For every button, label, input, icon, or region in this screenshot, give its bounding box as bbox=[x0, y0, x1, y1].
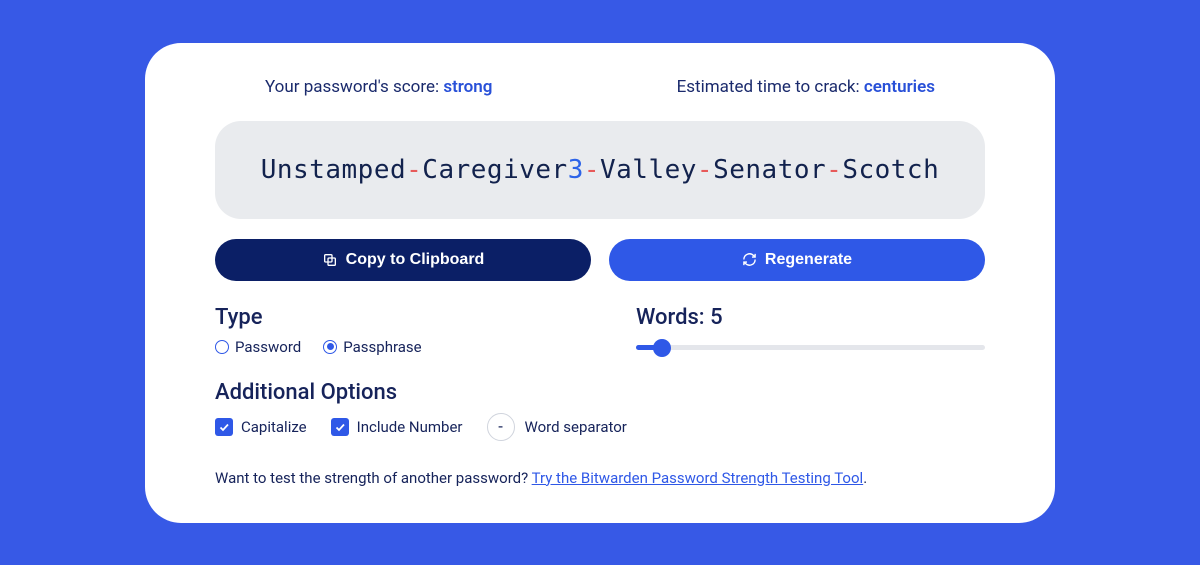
passphrase-word: Valley bbox=[600, 155, 697, 185]
type-title: Type bbox=[215, 305, 600, 330]
additional-options-row: Capitalize Include Number Word separator bbox=[215, 413, 985, 441]
crack-time: Estimated time to crack: centuries bbox=[677, 77, 935, 97]
score-row: Your password's score: strong Estimated … bbox=[215, 77, 985, 121]
password-generator-card: Your password's score: strong Estimated … bbox=[145, 43, 1055, 523]
passphrase-separator: - bbox=[584, 155, 600, 185]
score-label: Your password's score: bbox=[265, 77, 443, 97]
radio-passphrase[interactable]: Passphrase bbox=[323, 338, 421, 356]
words-label: Words: 5 bbox=[636, 305, 985, 330]
separator-label: Word separator bbox=[525, 418, 627, 436]
slider-track bbox=[636, 345, 985, 350]
words-slider[interactable] bbox=[636, 338, 985, 358]
additional-title: Additional Options bbox=[215, 380, 985, 405]
crack-value: centuries bbox=[864, 77, 935, 97]
refresh-icon bbox=[742, 252, 757, 267]
separator-field: Word separator bbox=[487, 413, 627, 441]
separator-input[interactable] bbox=[487, 413, 515, 441]
copy-button[interactable]: Copy to Clipboard bbox=[215, 239, 591, 281]
passphrase-word: Caregiver bbox=[422, 155, 567, 185]
regenerate-label: Regenerate bbox=[765, 251, 852, 269]
radio-passphrase-label: Passphrase bbox=[343, 338, 421, 356]
passphrase-separator: - bbox=[826, 155, 842, 185]
words-section: Words: 5 bbox=[636, 305, 985, 358]
include-number-checkbox[interactable]: Include Number bbox=[331, 418, 463, 436]
type-section: Type Password Passphrase bbox=[215, 305, 600, 358]
radio-circle-checked-icon bbox=[323, 340, 337, 354]
capitalize-label: Capitalize bbox=[241, 418, 307, 436]
crack-label: Estimated time to crack: bbox=[677, 77, 864, 97]
score-value: strong bbox=[443, 77, 492, 97]
password-display: Unstamped-Caregiver3-Valley-Senator-Scot… bbox=[215, 121, 985, 219]
capitalize-checkbox[interactable]: Capitalize bbox=[215, 418, 307, 436]
copy-icon bbox=[322, 252, 338, 268]
radio-password-label: Password bbox=[235, 338, 301, 356]
type-radio-group: Password Passphrase bbox=[215, 338, 600, 356]
password-score: Your password's score: strong bbox=[265, 77, 492, 97]
additional-options: Additional Options Capitalize Include Nu… bbox=[215, 380, 985, 441]
passphrase-word: Unstamped bbox=[261, 155, 406, 185]
radio-circle-icon bbox=[215, 340, 229, 354]
words-value: 5 bbox=[710, 305, 723, 330]
passphrase-number: 3 bbox=[568, 155, 584, 185]
checkbox-checked-icon bbox=[331, 418, 349, 436]
regenerate-button[interactable]: Regenerate bbox=[609, 239, 985, 281]
copy-label: Copy to Clipboard bbox=[346, 251, 485, 269]
passphrase-word: Scotch bbox=[842, 155, 939, 185]
strength-tool-link[interactable]: Try the Bitwarden Password Strength Test… bbox=[532, 469, 864, 487]
options-row: Type Password Passphrase Words: 5 bbox=[215, 305, 985, 358]
footer-text: Want to test the strength of another pas… bbox=[215, 469, 985, 487]
slider-thumb-icon[interactable] bbox=[653, 339, 671, 357]
checkbox-checked-icon bbox=[215, 418, 233, 436]
radio-password[interactable]: Password bbox=[215, 338, 301, 356]
passphrase-separator: - bbox=[406, 155, 422, 185]
action-buttons: Copy to Clipboard Regenerate bbox=[215, 239, 985, 281]
include-number-label: Include Number bbox=[357, 418, 463, 436]
passphrase-word: Senator bbox=[713, 155, 826, 185]
passphrase-separator: - bbox=[697, 155, 713, 185]
